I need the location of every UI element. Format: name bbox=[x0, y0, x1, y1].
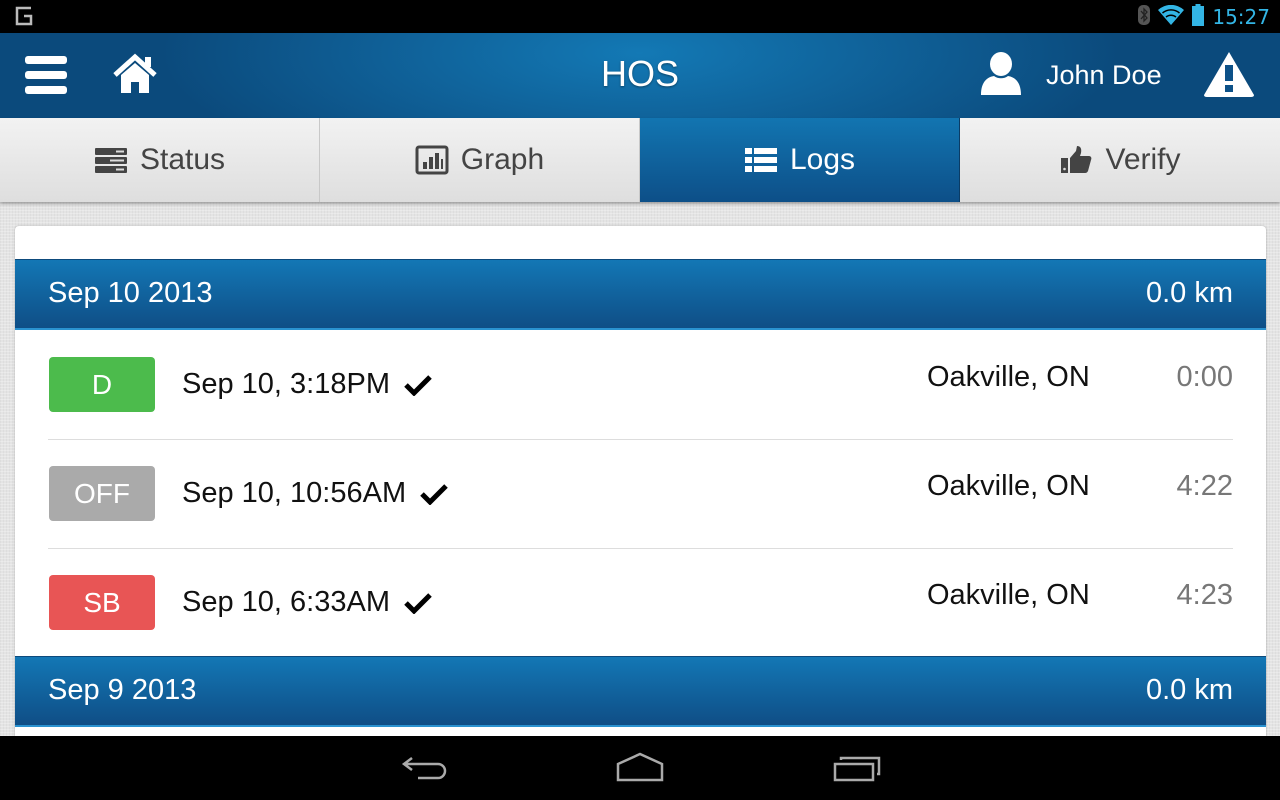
day-header[interactable]: Sep 10 2013 0.0 km bbox=[15, 259, 1266, 330]
tab-bar: Status Graph Logs Verify bbox=[0, 118, 1280, 202]
day-date: Sep 10 2013 bbox=[48, 277, 213, 309]
system-status-bar: 15:27 bbox=[0, 0, 1280, 33]
status-badge: OFF bbox=[49, 466, 155, 521]
bluetooth-icon bbox=[1138, 4, 1151, 30]
day-date: Sep 9 2013 bbox=[48, 674, 197, 706]
action-bar: HOS John Doe bbox=[0, 33, 1280, 119]
tab-graph-label: Graph bbox=[460, 143, 545, 176]
check-icon bbox=[404, 589, 432, 615]
entry-duration: 0:00 bbox=[1176, 361, 1233, 393]
tab-logs[interactable]: Logs bbox=[640, 118, 960, 202]
wifi-icon bbox=[1158, 4, 1185, 30]
status-badge: SB bbox=[49, 575, 155, 630]
entry-duration: 4:23 bbox=[1176, 579, 1233, 611]
entry-time: Sep 10, 6:33AM bbox=[182, 586, 390, 618]
tab-verify[interactable]: Verify bbox=[960, 118, 1280, 202]
back-icon[interactable] bbox=[400, 750, 450, 786]
entry-location: Oakville, ON bbox=[927, 361, 1090, 393]
day-distance: 0.0 km bbox=[1145, 277, 1233, 309]
entry-time: Sep 10, 3:18PM bbox=[182, 368, 390, 400]
list-icon bbox=[744, 145, 778, 175]
check-icon bbox=[404, 371, 432, 397]
warning-icon[interactable] bbox=[1203, 51, 1255, 97]
bar-chart-icon bbox=[415, 145, 449, 175]
log-entry[interactable]: SB Sep 10, 6:33AM Oakville, ON 4:23 bbox=[48, 548, 1233, 657]
system-nav-bar bbox=[0, 736, 1280, 800]
recents-icon[interactable] bbox=[832, 750, 882, 786]
g-notification-icon bbox=[12, 5, 36, 33]
entry-time: Sep 10, 10:56AM bbox=[182, 477, 407, 509]
status-badge: D bbox=[49, 357, 155, 412]
clock: 15:27 bbox=[1212, 5, 1270, 29]
entry-location: Oakville, ON bbox=[927, 579, 1090, 611]
thumbs-up-icon bbox=[1059, 145, 1093, 175]
tab-status-label: Status bbox=[139, 143, 226, 176]
tab-verify-label: Verify bbox=[1105, 143, 1181, 176]
content-area: Sep 10 2013 0.0 km D Sep 10, 3:18PM Oakv… bbox=[0, 202, 1280, 746]
logs-list[interactable]: Sep 10 2013 0.0 km D Sep 10, 3:18PM Oakv… bbox=[15, 226, 1266, 746]
check-icon bbox=[420, 480, 448, 506]
tab-logs-label: Logs bbox=[789, 143, 856, 176]
entry-location: Oakville, ON bbox=[927, 470, 1090, 502]
battery-icon bbox=[1192, 3, 1205, 31]
tab-status[interactable]: Status bbox=[0, 118, 320, 202]
user-name[interactable]: John Doe bbox=[1046, 60, 1162, 91]
entry-duration: 4:22 bbox=[1176, 470, 1233, 502]
tab-graph[interactable]: Graph bbox=[320, 118, 640, 202]
day-distance: 0.0 km bbox=[1145, 674, 1233, 706]
user-icon[interactable] bbox=[980, 51, 1022, 97]
log-entry[interactable]: OFF Sep 10, 10:56AM Oakville, ON 4:22 bbox=[48, 439, 1233, 549]
server-icon bbox=[94, 145, 128, 175]
home-nav-icon[interactable] bbox=[615, 750, 665, 786]
day-header[interactable]: Sep 9 2013 0.0 km bbox=[15, 656, 1266, 727]
log-entry[interactable]: D Sep 10, 3:18PM Oakville, ON 0:00 bbox=[48, 330, 1233, 440]
